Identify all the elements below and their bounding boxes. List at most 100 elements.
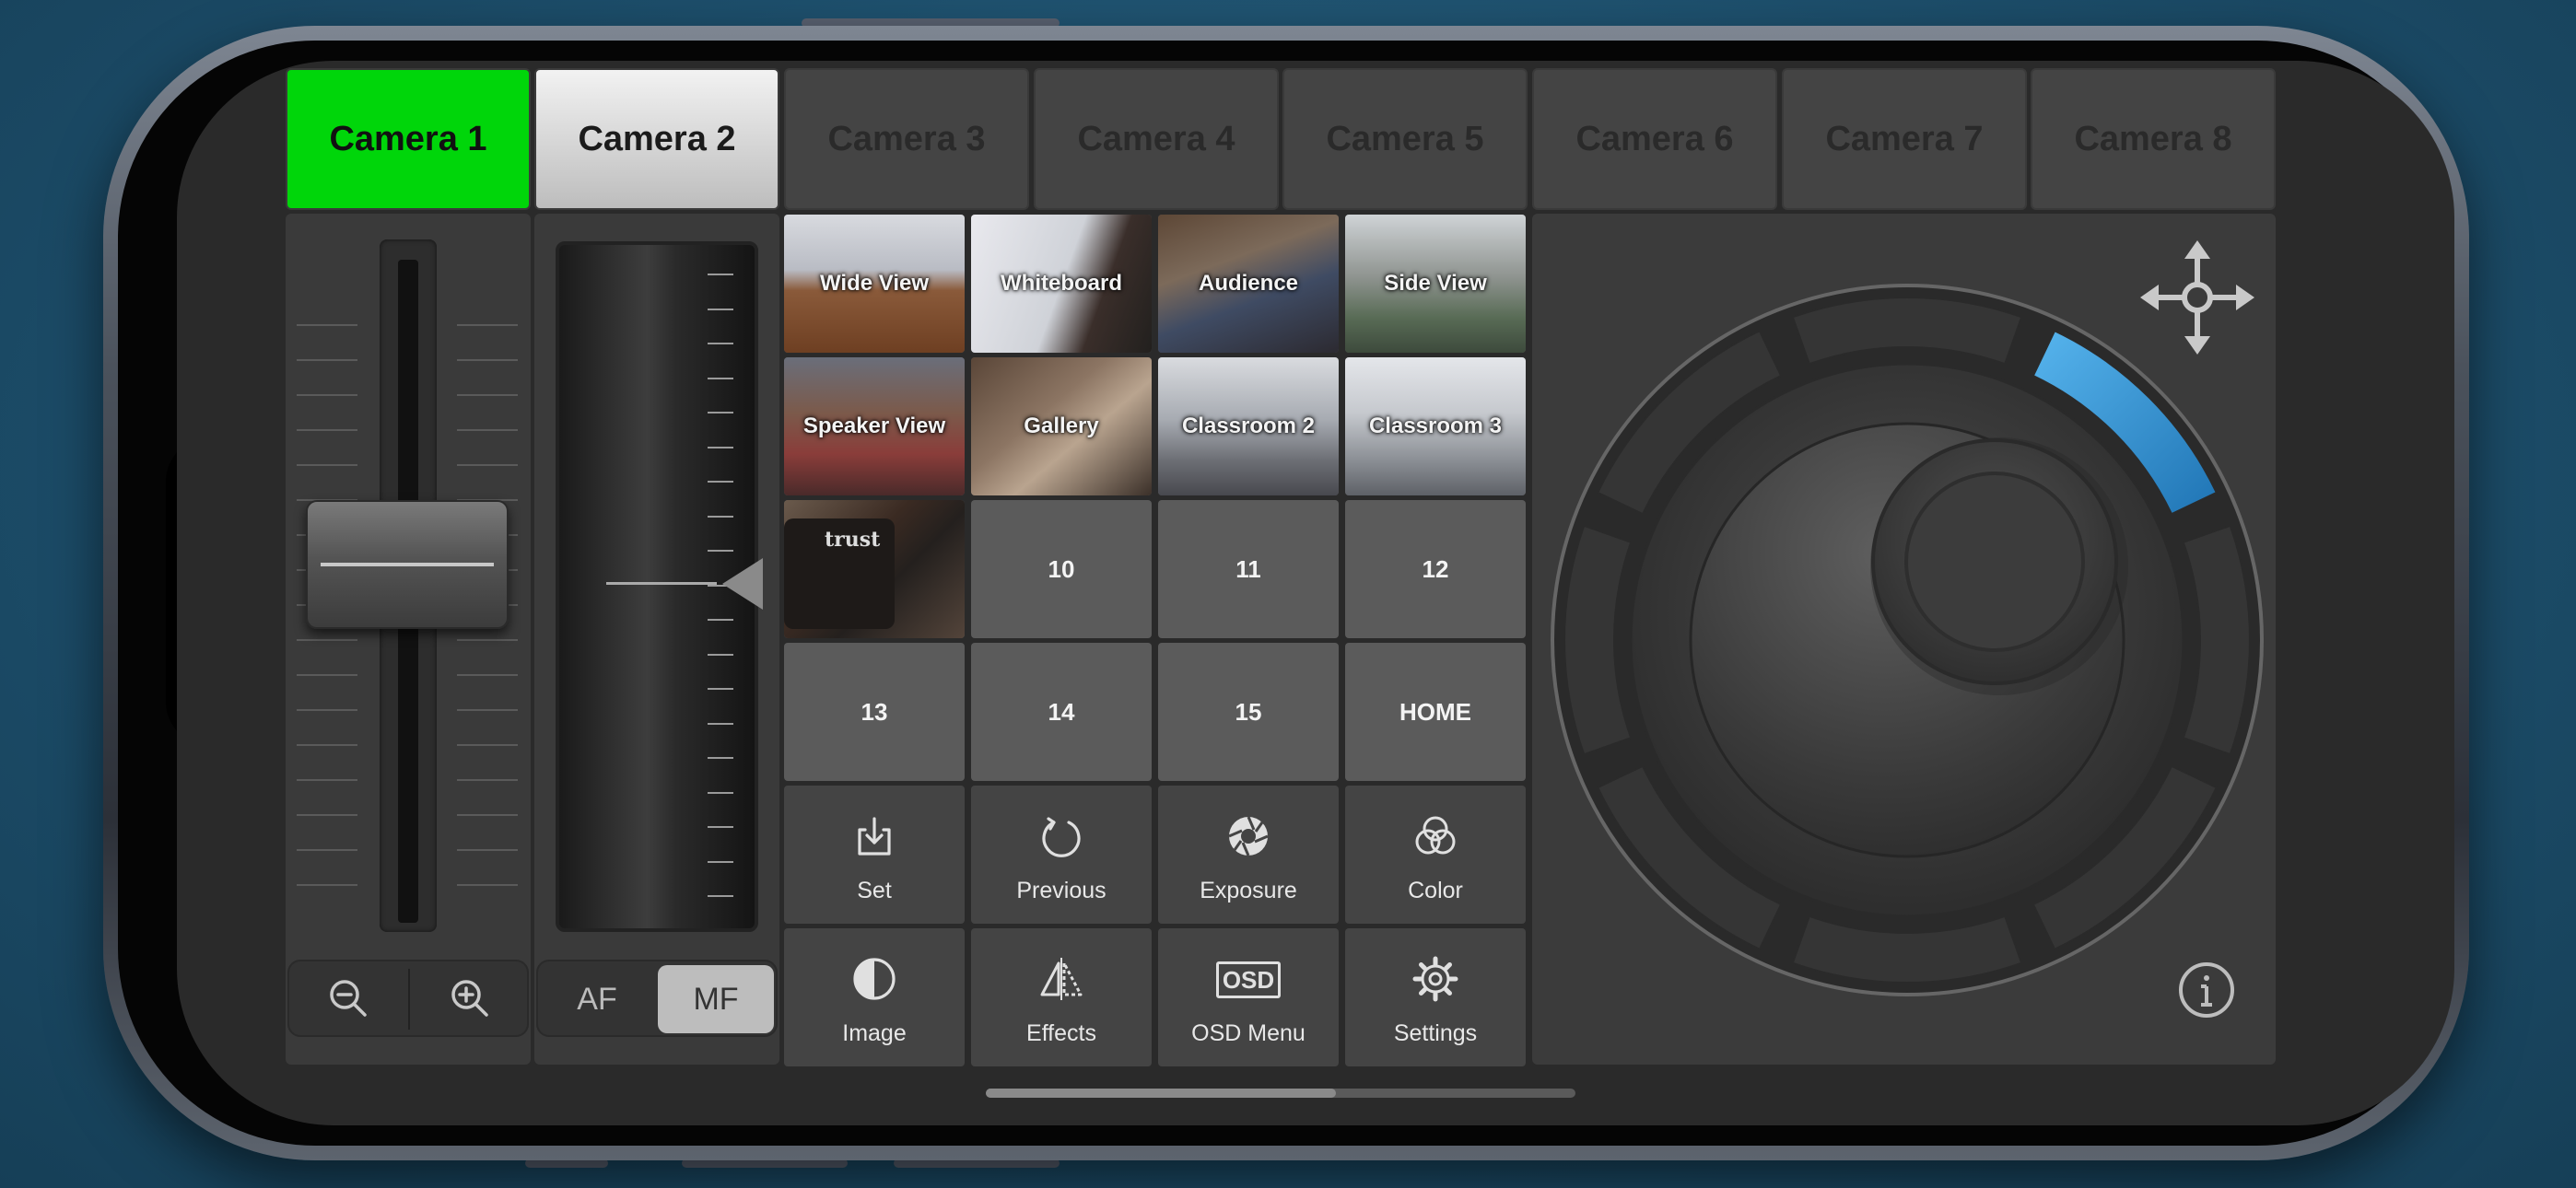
zoom-scale-tick [457,394,518,396]
preset-tile-2[interactable]: Whiteboard [971,215,1152,353]
camera-tab-3[interactable]: Camera 3 [784,68,1029,210]
settings-button[interactable]: Settings [1345,928,1526,1066]
preset-tile-12[interactable]: 12 [1345,500,1526,638]
zoom-scale-tick [457,709,518,711]
color-button[interactable]: Color [1345,786,1526,924]
zoom-scale-tick [457,849,518,851]
camera-tab-8[interactable]: Camera 8 [2031,68,2276,210]
preset-tile-14[interactable]: 14 [971,643,1152,781]
action-label: OSD Menu [1191,1020,1306,1046]
camera-tab-4[interactable]: Camera 4 [1034,68,1279,210]
focus-scale-tick [708,722,733,725]
preset-label: Classroom 2 [1181,413,1316,438]
preset-label: 13 [861,697,888,726]
ptz-joystick[interactable] [1548,281,2266,999]
preset-tile-10[interactable]: 10 [971,500,1152,638]
zoom-scale-tick [297,884,357,886]
action-label: Set [857,878,892,903]
zoom-out-button[interactable] [289,961,407,1035]
focus-scale-tick [708,895,733,897]
preset-label: Gallery [1024,413,1099,438]
focus-scale-tick [708,515,733,518]
preset-tile-5[interactable]: Speaker View [784,357,965,495]
joystick-knob-cap [1904,472,2085,652]
set-button[interactable]: Set [784,786,965,924]
action-label: Image [842,1020,907,1046]
preset-label: Wide View [819,271,930,296]
zoom-scale-tick [457,639,518,641]
zoom-in-icon [451,980,488,1017]
preset-label: HOME [1399,697,1471,726]
preset-label: Classroom 3 [1368,413,1503,438]
focus-scale-tick [708,446,733,448]
zoom-in-button[interactable] [411,961,529,1035]
zoom-scale-tick [457,359,518,361]
preset-label: Speaker View [802,413,946,438]
camera-tab-1[interactable]: Camera 1 [286,68,531,210]
aperture-icon [1225,813,1271,859]
focus-scale-tick [708,343,733,344]
mf-button[interactable]: MF [658,965,774,1033]
preset-tile-15[interactable]: 15 [1158,643,1339,781]
mug-text: trust [825,528,881,552]
zoom-out-icon [330,980,367,1017]
preset-label: 14 [1048,697,1075,726]
focus-scale-tick [708,412,733,413]
preset-label: Audience [1198,271,1299,296]
action-label: Previous [1016,878,1107,903]
preset-label: Side View [1384,271,1487,296]
focus-scale-tick [708,619,733,621]
action-label: Settings [1393,1020,1478,1046]
exposure-button[interactable]: Exposure [1158,786,1339,924]
focus-scale-tick [708,308,733,310]
camera-tab-6[interactable]: Camera 6 [1532,68,1777,210]
zoom-scale-tick [457,429,518,431]
move-mode-button[interactable] [2137,238,2257,357]
zoom-group-divider [408,969,410,1030]
half-circle-icon [851,956,897,1002]
preset-tile-1[interactable]: Wide View [784,215,965,353]
zoom-scale-tick [457,464,518,466]
info-button[interactable] [2174,958,2239,1022]
preset-tile-9[interactable]: trust [784,500,965,638]
effects-button[interactable]: Effects [971,928,1152,1066]
focus-scale-tick [708,826,733,828]
camera-tab-5[interactable]: Camera 5 [1282,68,1528,210]
preset-tile-4[interactable]: Side View [1345,215,1526,353]
info-icon [2179,962,2234,1018]
zoom-scale-tick [297,779,357,781]
preset-label: 15 [1235,697,1262,726]
move-arrows-icon [2140,240,2254,355]
previous-button[interactable]: Previous [971,786,1152,924]
zoom-scale-tick [457,674,518,676]
camera-tab-2[interactable]: Camera 2 [534,68,779,210]
preset-tile-16[interactable]: HOME [1345,643,1526,781]
image-button[interactable]: Image [784,928,965,1066]
zoom-scale-tick [457,744,518,746]
preset-tile-3[interactable]: Audience [1158,215,1339,353]
preset-label: 11 [1235,554,1261,583]
focus-position-line [606,582,717,585]
color-circles-icon [1412,813,1458,859]
focus-scale-tick [708,377,733,379]
action-label: Effects [1026,1020,1096,1046]
focus-scale-tick [708,688,733,690]
zoom-scale-tick [297,464,357,466]
zoom-scale-tick [457,324,518,326]
preset-tile-7[interactable]: Classroom 2 [1158,357,1339,495]
focus-scale-tick [708,860,733,863]
af-button[interactable]: AF [542,965,652,1033]
preset-tile-11[interactable]: 11 [1158,500,1339,638]
zoom-scale-tick [297,849,357,851]
zoom-scale-tick [297,359,357,361]
zoom-scale-tick [297,394,357,396]
focus-pointer-icon [722,558,763,610]
preset-tile-6[interactable]: Gallery [971,357,1152,495]
preset-tile-8[interactable]: Classroom 3 [1345,357,1526,495]
preset-tile-13[interactable]: 13 [784,643,965,781]
zoom-thumb-grip [321,563,494,566]
action-label: Color [1408,878,1463,903]
osd-menu-button[interactable]: OSD OSD Menu [1158,928,1339,1066]
camera-tab-7[interactable]: Camera 7 [1782,68,2027,210]
focus-scale-tick [708,791,733,794]
